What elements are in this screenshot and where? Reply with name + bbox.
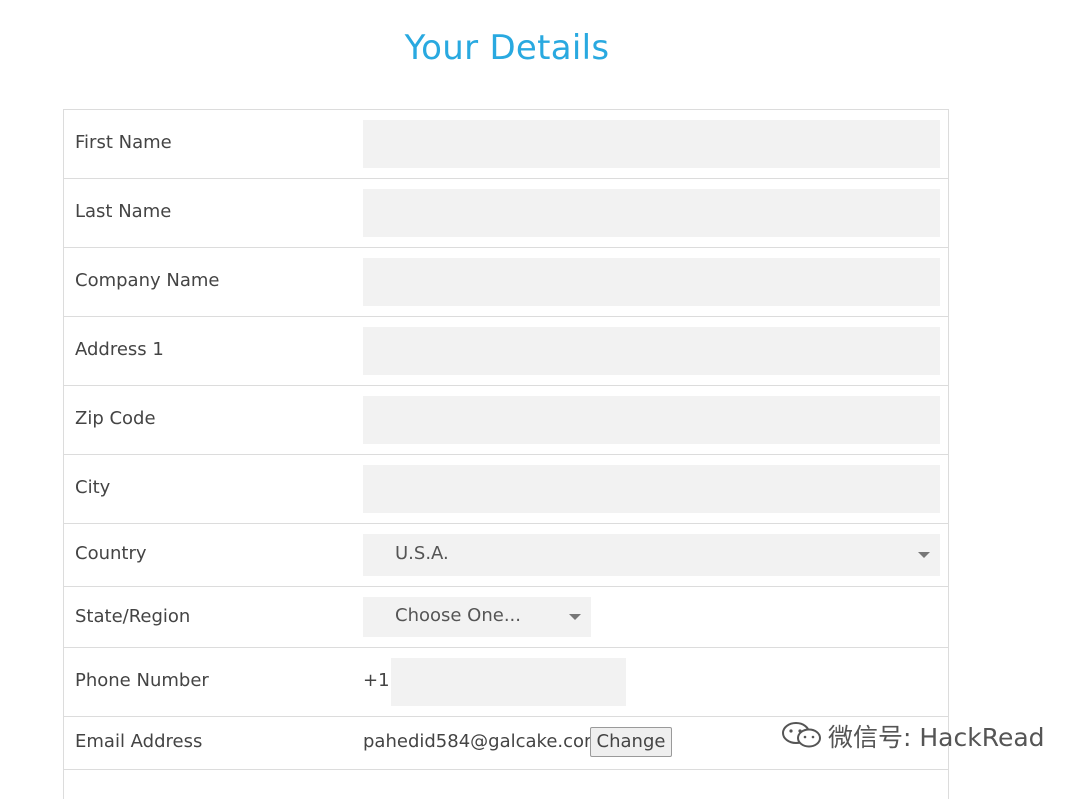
row-company-name: Company Name xyxy=(64,248,948,317)
phone-input[interactable] xyxy=(391,658,626,706)
company-name-input[interactable] xyxy=(363,258,940,306)
row-last-name: Last Name xyxy=(64,179,948,248)
first-name-input[interactable] xyxy=(363,120,940,168)
last-name-label: Last Name xyxy=(75,201,172,222)
country-select[interactable]: U.S.A. xyxy=(363,534,940,576)
row-first-name: First Name xyxy=(64,110,948,179)
last-name-input[interactable] xyxy=(363,189,940,237)
page-title: Your Details xyxy=(404,28,610,68)
chevron-down-icon xyxy=(569,614,581,620)
change-email-button[interactable]: Change xyxy=(590,727,672,757)
first-name-label: First Name xyxy=(75,132,172,153)
country-label: Country xyxy=(75,543,147,564)
address1-label: Address 1 xyxy=(75,339,164,360)
row-state: State/Region Choose One... xyxy=(64,587,948,648)
row-address1: Address 1 xyxy=(64,317,948,386)
state-label: State/Region xyxy=(75,606,191,627)
row-city: City xyxy=(64,455,948,524)
country-selected-value: U.S.A. xyxy=(395,543,449,564)
state-selected-value: Choose One... xyxy=(395,605,521,626)
phone-country-code: +1 xyxy=(363,670,390,691)
wechat-icon xyxy=(780,721,824,755)
details-form: First Name Last Name Company Name Addres… xyxy=(63,109,949,799)
state-select[interactable]: Choose One... xyxy=(363,597,591,637)
address1-input[interactable] xyxy=(363,327,940,375)
watermark-text: 微信号: HackRead xyxy=(828,723,1045,752)
zip-code-input[interactable] xyxy=(363,396,940,444)
chevron-down-icon xyxy=(918,552,930,558)
row-country: Country U.S.A. xyxy=(64,524,948,587)
row-zip-code: Zip Code xyxy=(64,386,948,455)
city-label: City xyxy=(75,477,111,498)
company-name-label: Company Name xyxy=(75,270,220,291)
email-label: Email Address xyxy=(75,731,203,752)
phone-label: Phone Number xyxy=(75,670,209,691)
zip-code-label: Zip Code xyxy=(75,408,156,429)
city-input[interactable] xyxy=(363,465,940,513)
row-phone: Phone Number +1 xyxy=(64,648,948,717)
email-value: pahedid584@galcake.com xyxy=(363,731,602,752)
watermark: 微信号: HackRead xyxy=(780,718,1050,752)
